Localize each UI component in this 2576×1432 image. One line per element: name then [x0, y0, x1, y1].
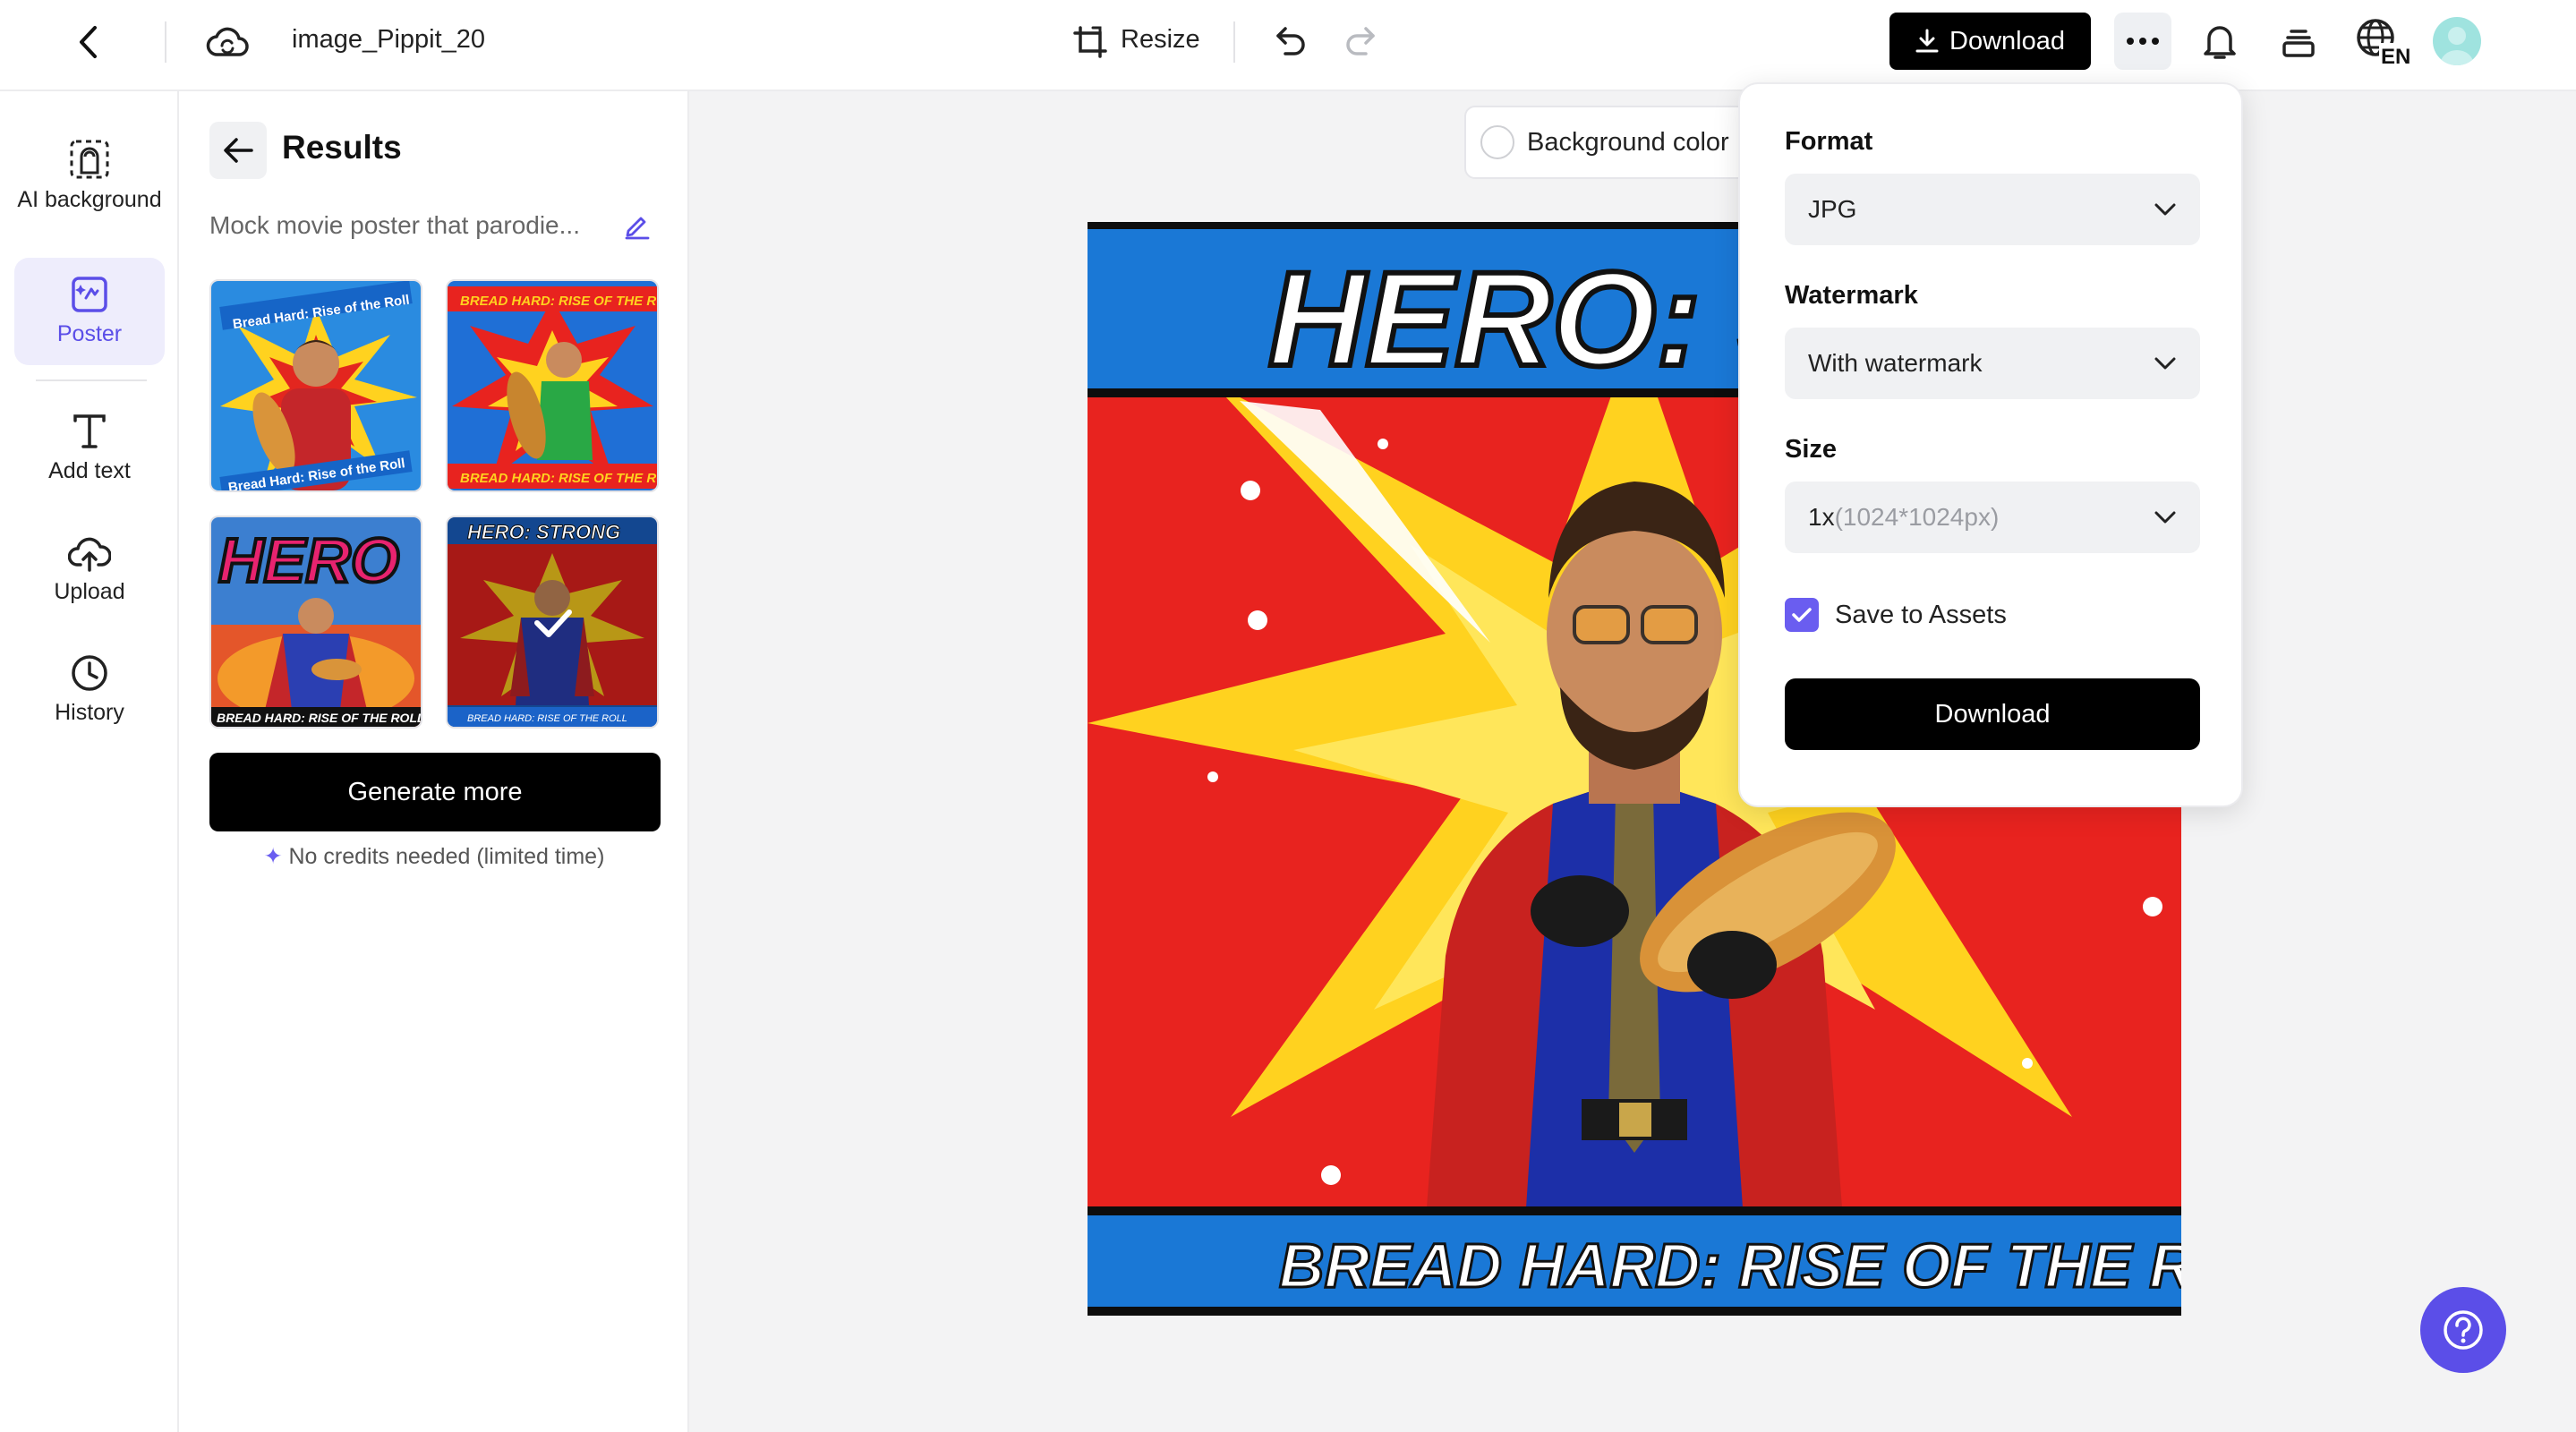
result-thumbnail-3[interactable]: HERO BREAD HARD: RISE OF THE ROLL [209, 516, 422, 729]
sidebar-item-label: Poster [56, 321, 123, 346]
sidebar-item-label: History [55, 700, 124, 725]
sidebar-item-history[interactable]: History [14, 641, 165, 739]
result-thumbnail-1[interactable]: Bread Hard: Rise of the Roll Bread Hard:… [209, 279, 422, 492]
poster-icon [72, 277, 107, 312]
format-value: JPG [1808, 195, 1857, 223]
sidebar-item-poster[interactable]: Poster [14, 258, 165, 365]
sidebar-item-label: Add text [48, 458, 131, 483]
upload-icon [68, 537, 111, 572]
thumbnail-caption: HERO: STRONG [467, 521, 620, 543]
size-dimensions: (1024*1024px) [1834, 503, 2000, 531]
download-button[interactable]: Download [1889, 13, 2091, 70]
background-color-button[interactable]: Background color [1464, 106, 1769, 179]
nav-divider [36, 379, 147, 381]
chevron-down-icon [2154, 511, 2176, 524]
history-clock-icon [72, 655, 107, 691]
watermark-select[interactable]: With watermark [1785, 328, 2200, 399]
divider [1233, 21, 1235, 63]
confirm-download-button[interactable]: Download [1785, 678, 2200, 750]
sidebar-item-add-text[interactable]: Add text [14, 399, 165, 498]
question-mark-icon [2444, 1310, 2483, 1350]
layers-stack-icon[interactable] [2275, 18, 2322, 64]
results-panel: Results Mock movie poster that parodie..… [179, 91, 689, 1432]
thumbnail-caption: BREAD HARD: RISE OF THE ROLL [460, 294, 657, 309]
arrow-left-icon [224, 138, 253, 163]
resize-button-label[interactable]: Resize [1121, 25, 1200, 55]
user-avatar[interactable] [2433, 17, 2481, 65]
cloud-sync-icon[interactable] [202, 20, 252, 64]
download-icon [1915, 29, 1939, 53]
download-button-label: Download [1949, 26, 2065, 55]
undo-icon[interactable] [1269, 20, 1312, 63]
color-swatch-icon [1480, 125, 1514, 159]
divider [165, 21, 166, 63]
download-settings-popover: Format JPG Watermark With watermark Size… [1738, 82, 2243, 807]
project-title[interactable]: image_Pippit_20 [292, 25, 485, 55]
size-value: 1x(1024*1024px) [1808, 503, 1999, 532]
save-to-assets-label: Save to Assets [1835, 600, 2007, 629]
language-globe-icon[interactable]: EN [2354, 16, 2410, 66]
left-toolbar: AI background Poster Add text Upload His… [0, 91, 179, 1432]
checkmark-icon [1792, 608, 1812, 622]
back-chevron-icon[interactable] [68, 20, 107, 64]
more-options-button[interactable] [2114, 13, 2171, 70]
sidebar-item-upload[interactable]: Upload [14, 521, 165, 619]
poster-subtitle: BREAD HARD: RISE OF THE ROLL [1279, 1231, 2181, 1300]
sparkle-icon: ✦ [263, 844, 283, 869]
format-select[interactable]: JPG [1785, 174, 2200, 245]
save-to-assets-option[interactable]: Save to Assets [1785, 598, 2007, 632]
edit-pencil-icon[interactable] [623, 211, 652, 244]
redo-icon[interactable] [1339, 20, 1382, 63]
chevron-down-icon [2154, 203, 2176, 216]
top-bar: image_Pippit_20 Resize Download EN [0, 0, 2576, 91]
bell-icon[interactable] [2196, 18, 2243, 64]
background-color-label: Background color [1527, 127, 1729, 157]
resize-icon[interactable] [1070, 21, 1112, 63]
result-thumbnail-2[interactable]: BREAD HARD: RISE OF THE ROLL BREAD HARD:… [446, 279, 659, 492]
sidebar-item-label: AI background [17, 187, 162, 212]
watermark-label: Watermark [1785, 281, 1918, 310]
ai-background-icon [70, 140, 109, 179]
sidebar-item-label: Upload [54, 579, 125, 604]
sidebar-item-ai-background[interactable]: AI background [14, 118, 165, 234]
watermark-value: With watermark [1808, 349, 1983, 377]
generate-more-button[interactable]: Generate more [209, 753, 661, 831]
results-title: Results [282, 129, 402, 166]
chevron-down-icon [2154, 357, 2176, 370]
help-button[interactable] [2420, 1287, 2506, 1373]
credits-note: ✦ No credits needed (limited time) [179, 843, 689, 870]
thumbnail-caption: BREAD HARD: RISE OF THE ROLL [460, 471, 657, 486]
size-select[interactable]: 1x(1024*1024px) [1785, 482, 2200, 553]
thumbnail-caption: HERO [218, 525, 399, 595]
prompt-preview[interactable]: Mock movie poster that parodie... [209, 211, 580, 240]
more-dots-icon [2127, 38, 2159, 45]
size-multiplier: 1x [1808, 503, 1835, 531]
text-icon [73, 414, 106, 448]
results-back-button[interactable] [209, 122, 267, 179]
credits-note-text: No credits needed (limited time) [288, 844, 605, 869]
thumbnail-caption: BREAD HARD: RISE OF THE ROLL [467, 713, 627, 724]
language-code: EN [2381, 45, 2410, 66]
save-to-assets-checkbox[interactable] [1785, 598, 1819, 632]
size-label: Size [1785, 435, 1838, 464]
format-label: Format [1785, 127, 1873, 156]
result-thumbnail-4-selected[interactable]: HERO: STRONG BREAD HARD: RISE OF THE ROL… [446, 516, 659, 729]
thumbnail-caption: BREAD HARD: RISE OF THE ROLL [217, 711, 421, 725]
